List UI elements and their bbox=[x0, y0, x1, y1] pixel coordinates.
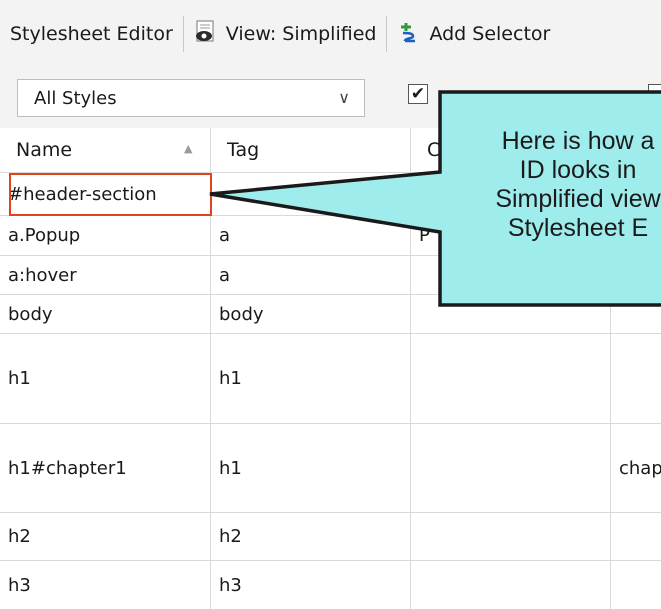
view-simplified-button[interactable]: View: Simplified bbox=[184, 0, 387, 68]
cell-col4: chap bbox=[611, 424, 661, 512]
cell-tag bbox=[211, 173, 411, 215]
cell-col3 bbox=[411, 513, 611, 560]
column-header-tag[interactable]: Tag bbox=[211, 128, 411, 172]
add-selector-button[interactable]: Add Selector bbox=[387, 0, 560, 68]
table-row[interactable]: a:hover a bbox=[0, 256, 661, 295]
callout-line-2: ID looks in bbox=[519, 156, 637, 184]
show-checkbox[interactable]: ✔ bbox=[408, 84, 428, 104]
view-eye-icon bbox=[194, 20, 216, 49]
toolbar: Stylesheet Editor View: Simplified Add S… bbox=[0, 0, 661, 69]
callout-line-1: Here is how a bbox=[501, 127, 655, 155]
cell-col3 bbox=[411, 256, 611, 294]
column-header-name-label: Name bbox=[16, 139, 73, 161]
cell-name: body bbox=[0, 295, 211, 333]
column-header-tag-label: Tag bbox=[227, 139, 260, 161]
cell-col4 bbox=[611, 295, 661, 333]
cell-name: h3 bbox=[0, 561, 211, 609]
table-row[interactable]: body body bbox=[0, 295, 661, 334]
add-selector-icon bbox=[397, 21, 419, 48]
cell-col4 bbox=[611, 513, 661, 560]
column-header-3-label: C bbox=[427, 139, 441, 161]
cell-tag: h1 bbox=[211, 334, 411, 423]
cell-name: #header-section bbox=[0, 173, 211, 215]
cell-tag: a bbox=[211, 216, 411, 255]
cell-tag: h1 bbox=[211, 424, 411, 512]
cell-tag: a bbox=[211, 256, 411, 294]
cell-tag: body bbox=[211, 295, 411, 333]
styles-filter-value: All Styles bbox=[34, 87, 117, 109]
callout-line-4: Stylesheet E bbox=[507, 214, 649, 242]
callout-line-3: Simplified view bbox=[495, 185, 661, 213]
callout-text: Here is how a ID looks in Simplified vie… bbox=[448, 127, 661, 243]
table-row[interactable]: h3 h3 bbox=[0, 561, 661, 609]
cell-name: a:hover bbox=[0, 256, 211, 294]
styles-filter-select[interactable]: All Styles ∨ bbox=[17, 79, 365, 117]
stylesheet-editor-label: Stylesheet Editor bbox=[0, 0, 183, 68]
filter-row: All Styles ∨ ✔ bbox=[0, 68, 661, 129]
check-icon: ✔ bbox=[410, 84, 426, 104]
editor-title: Stylesheet Editor bbox=[10, 23, 173, 45]
cell-col3 bbox=[411, 561, 611, 609]
sort-up-icon: ▲ bbox=[184, 142, 193, 155]
cell-col4 bbox=[611, 256, 661, 294]
cell-tag: h3 bbox=[211, 561, 411, 609]
table-row[interactable]: h1#chapter1 h1 chap bbox=[0, 424, 661, 513]
add-selector-label: Add Selector bbox=[429, 23, 551, 45]
cell-col3 bbox=[411, 295, 611, 333]
cell-name: a.Popup bbox=[0, 216, 211, 255]
cell-col3 bbox=[411, 424, 611, 512]
view-label: View: Simplified bbox=[225, 23, 377, 45]
table-row[interactable]: h2 h2 bbox=[0, 513, 661, 561]
cell-name: h1 bbox=[0, 334, 211, 423]
table-row[interactable]: h1 h1 bbox=[0, 334, 661, 424]
cell-name: h2 bbox=[0, 513, 211, 560]
cell-name: h1#chapter1 bbox=[0, 424, 211, 512]
column-header-name[interactable]: Name ▲ bbox=[0, 128, 211, 172]
cell-col4 bbox=[611, 561, 661, 609]
cell-tag: h2 bbox=[211, 513, 411, 560]
chevron-down-icon: ∨ bbox=[338, 88, 350, 107]
cell-col3 bbox=[411, 334, 611, 423]
secondary-checkbox[interactable] bbox=[648, 84, 661, 104]
cell-col4 bbox=[611, 334, 661, 423]
